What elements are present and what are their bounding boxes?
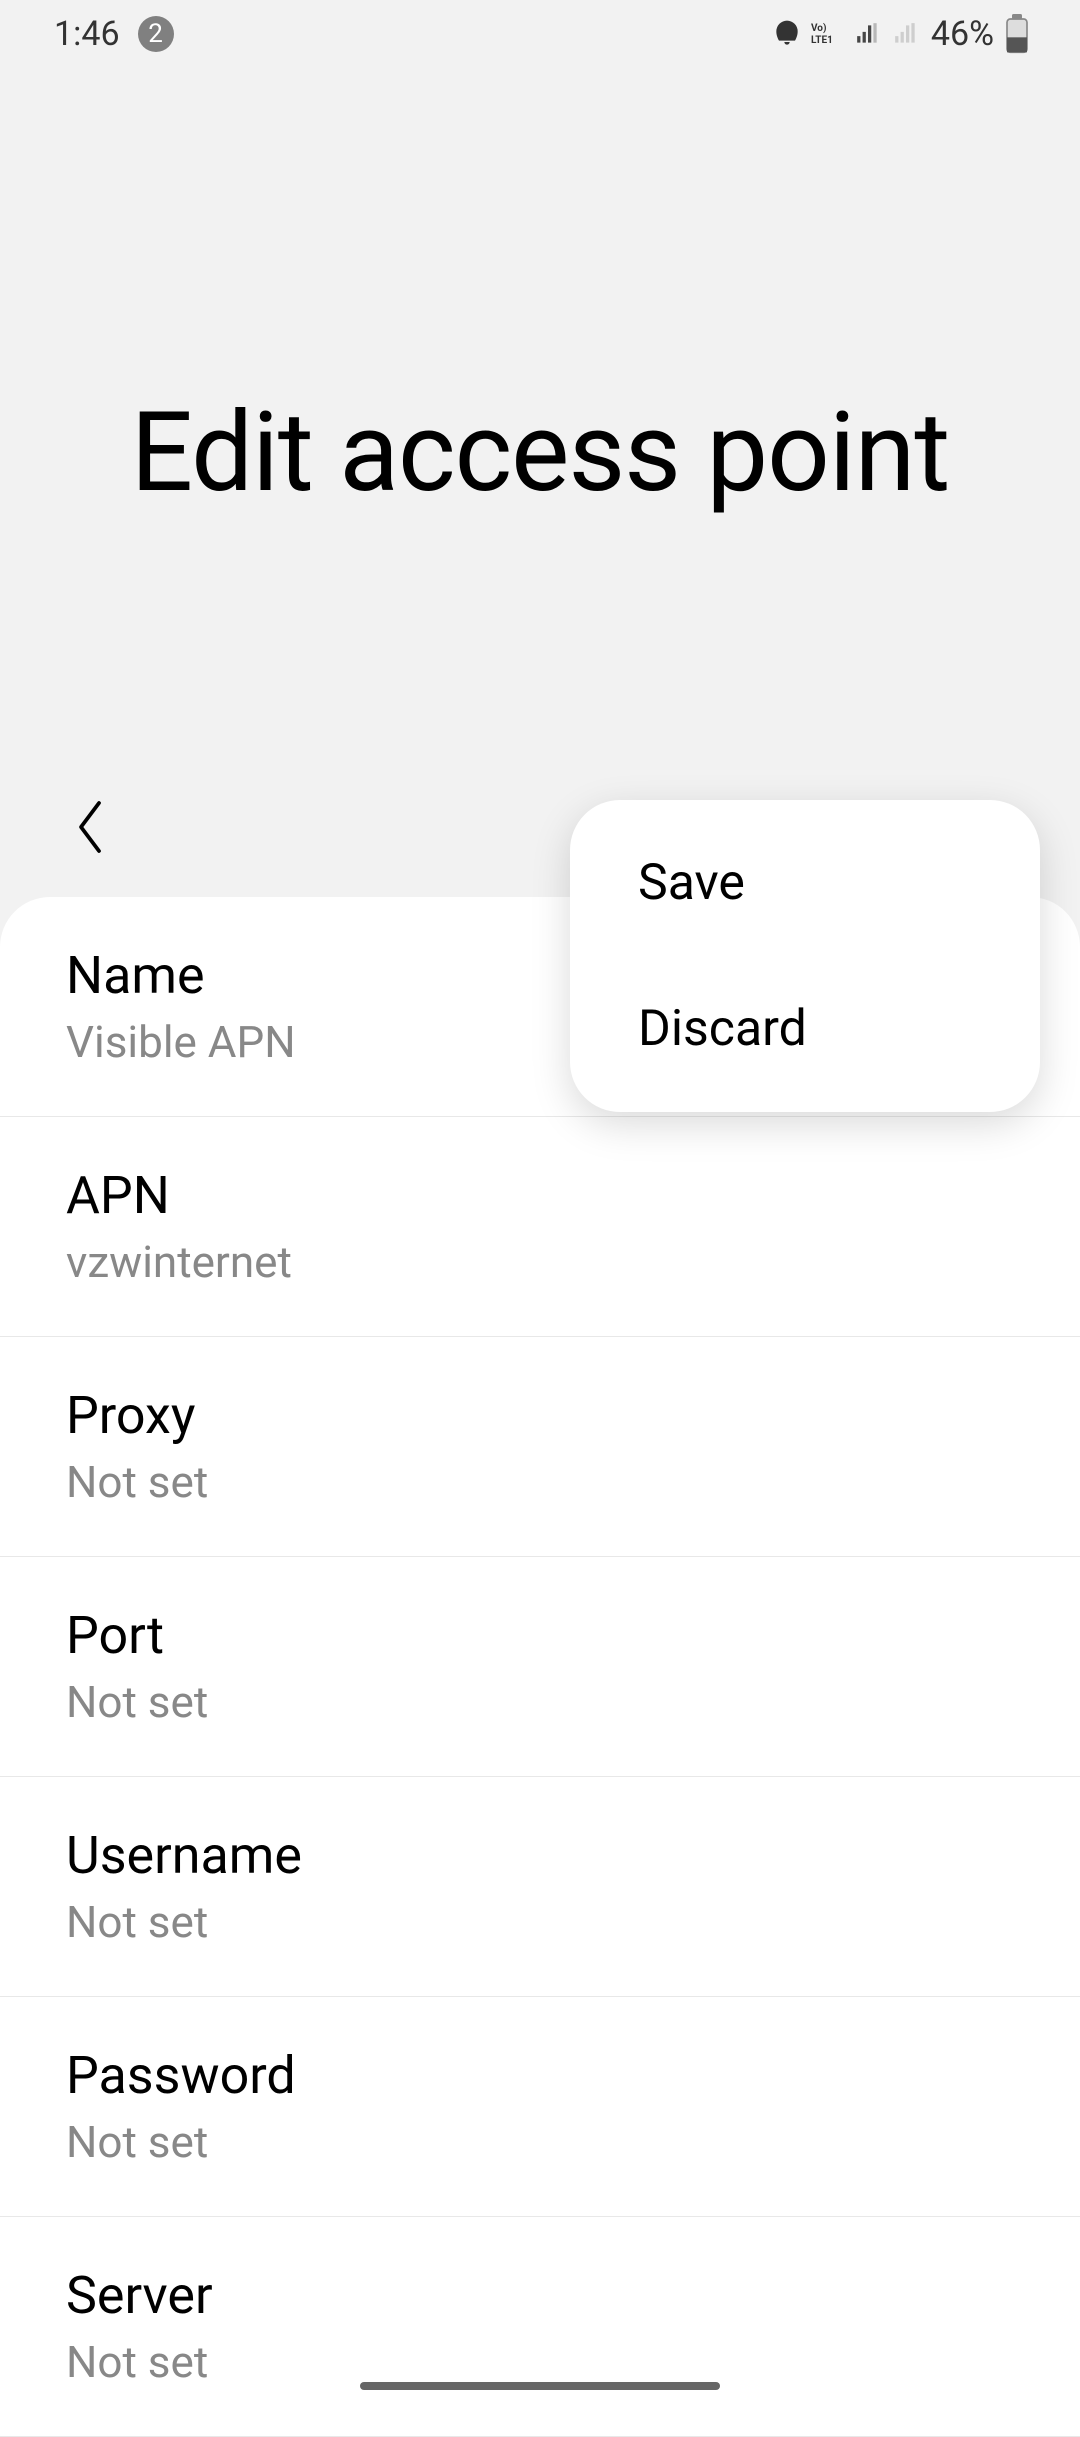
setting-value: Not set bbox=[66, 2336, 1012, 2388]
signal-icon-2 bbox=[891, 21, 921, 47]
status-left: 1:46 2 bbox=[54, 14, 174, 54]
setting-value: Not set bbox=[66, 1896, 1012, 1948]
setting-label: APN bbox=[66, 1165, 1012, 1226]
svg-text:Vo): Vo) bbox=[811, 22, 826, 34]
setting-value: Not set bbox=[66, 1676, 1012, 1728]
status-icons: Vo)LTE1 bbox=[771, 18, 921, 50]
setting-label: Username bbox=[66, 1825, 1012, 1886]
status-right: Vo)LTE1 46% bbox=[771, 14, 1030, 54]
setting-row-proxy[interactable]: Proxy Not set bbox=[0, 1337, 1080, 1557]
setting-value: Not set bbox=[66, 1456, 1012, 1508]
menu-item-save[interactable]: Save bbox=[570, 810, 1040, 956]
chevron-left-icon bbox=[70, 797, 110, 857]
page-title: Edit access point bbox=[60, 388, 1020, 517]
svg-text:LTE1: LTE1 bbox=[811, 35, 833, 46]
alarm-icon bbox=[771, 18, 803, 50]
home-indicator[interactable] bbox=[360, 2382, 720, 2390]
setting-label: Proxy bbox=[66, 1385, 1012, 1446]
back-button[interactable] bbox=[70, 797, 110, 857]
overflow-menu: Save Discard bbox=[570, 800, 1040, 1112]
settings-list: Name Visible APN APN vzwinternet Proxy N… bbox=[0, 897, 1080, 2437]
setting-value: vzwinternet bbox=[66, 1236, 1012, 1288]
setting-label: Port bbox=[66, 1605, 1012, 1666]
setting-row-username[interactable]: Username Not set bbox=[0, 1777, 1080, 1997]
volte-icon: Vo)LTE1 bbox=[811, 21, 845, 47]
page-header: Edit access point bbox=[0, 68, 1080, 797]
status-time: 1:46 bbox=[54, 14, 120, 54]
setting-value: Not set bbox=[66, 2116, 1012, 2168]
notification-count-badge: 2 bbox=[138, 16, 174, 52]
status-bar: 1:46 2 Vo)LTE1 46% bbox=[0, 0, 1080, 68]
setting-row-port[interactable]: Port Not set bbox=[0, 1557, 1080, 1777]
battery-percent: 46% bbox=[931, 14, 994, 54]
setting-label: Password bbox=[66, 2045, 1012, 2106]
menu-item-discard[interactable]: Discard bbox=[570, 956, 1040, 1102]
setting-row-password[interactable]: Password Not set bbox=[0, 1997, 1080, 2217]
setting-row-apn[interactable]: APN vzwinternet bbox=[0, 1117, 1080, 1337]
battery-icon bbox=[1004, 14, 1030, 54]
setting-row-server[interactable]: Server Not set bbox=[0, 2217, 1080, 2437]
setting-label: Server bbox=[66, 2265, 1012, 2326]
signal-icon-1 bbox=[853, 21, 883, 47]
